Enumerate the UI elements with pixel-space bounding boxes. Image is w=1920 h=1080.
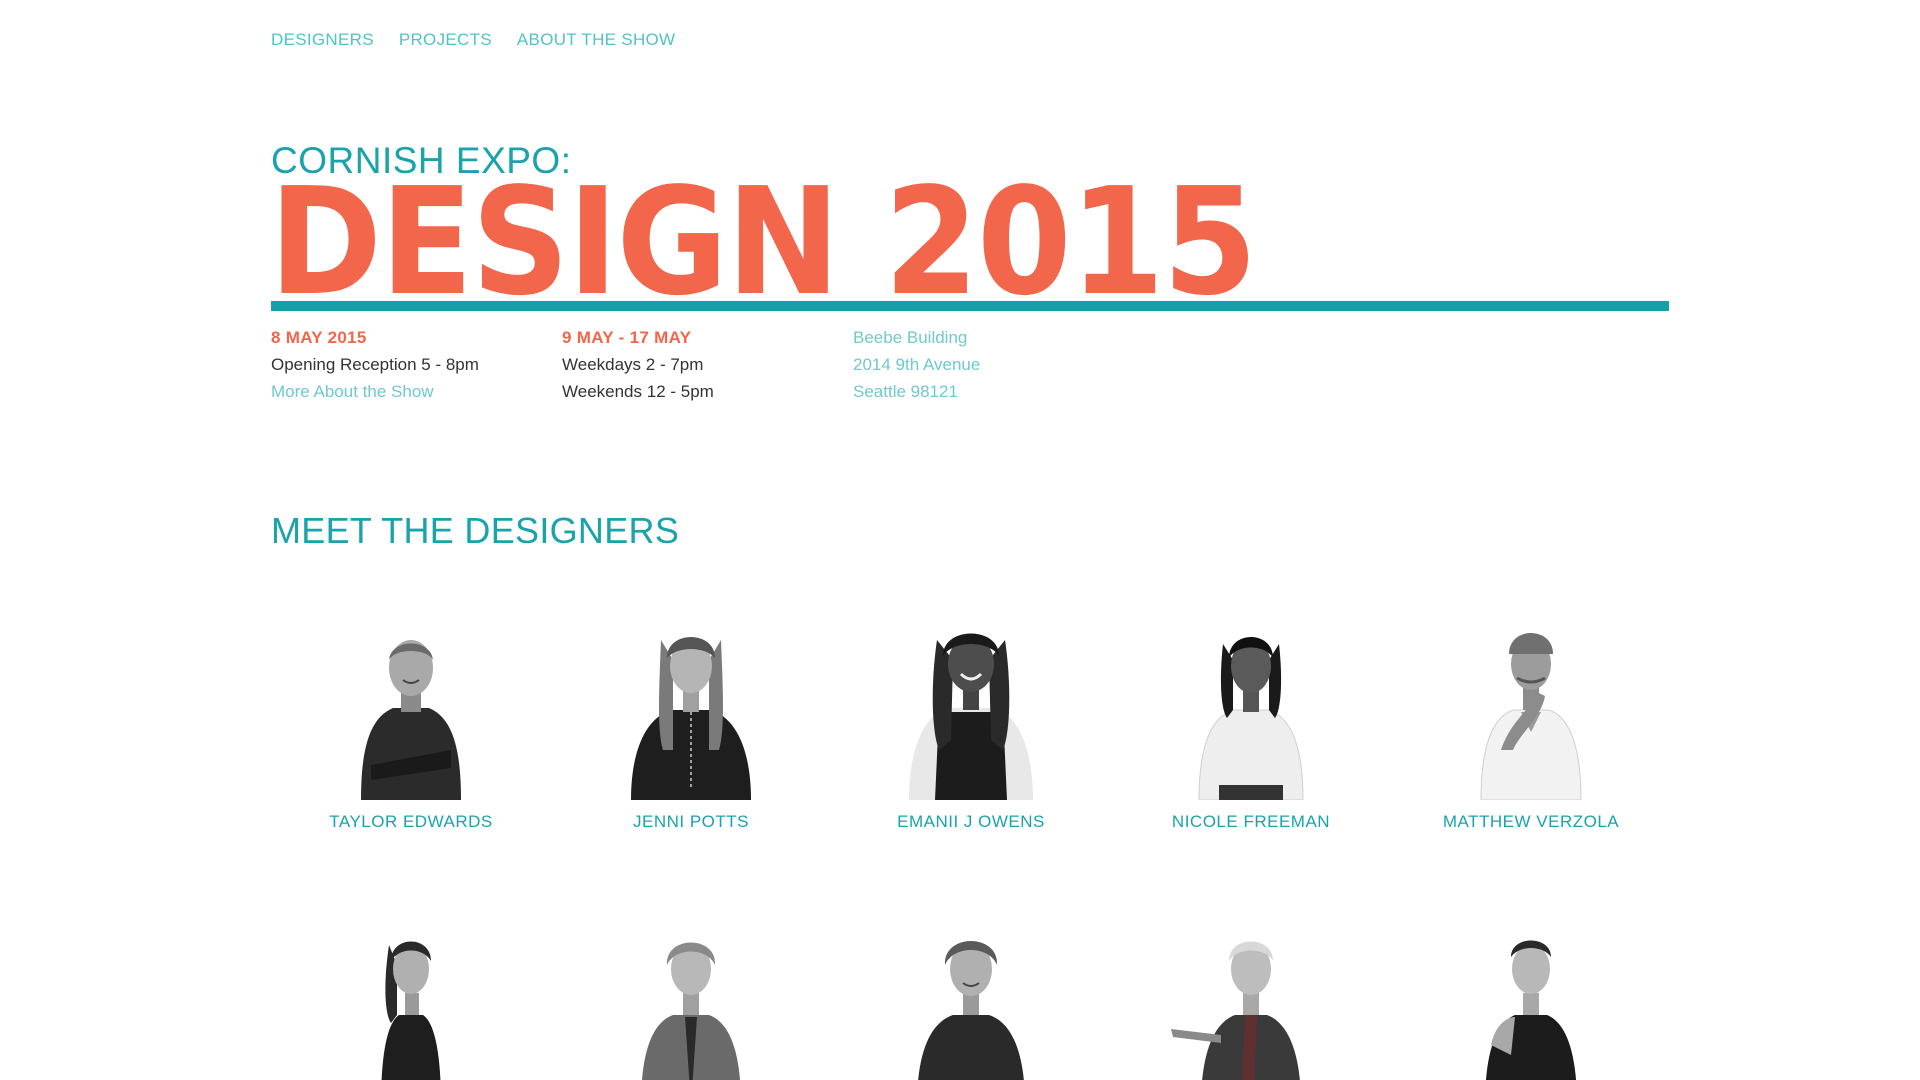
designer-card[interactable]: [1111, 905, 1391, 1080]
designer-name[interactable]: NICOLE FREEMAN: [1111, 812, 1391, 832]
page: DESIGNERS PROJECTS ABOUT THE SHOW CORNIS…: [0, 0, 1920, 1080]
designer-portrait: [1171, 941, 1300, 1080]
designer-portrait: [631, 637, 751, 800]
nav-projects[interactable]: PROJECTS: [399, 30, 492, 50]
hero-title: DESIGN 2015: [269, 156, 1257, 328]
designer-name[interactable]: TAYLOR EDWARDS: [271, 812, 551, 832]
designer-card-matthew-verzola[interactable]: MATTHEW VERZOLA: [1391, 600, 1671, 832]
venue-street-link[interactable]: 2014 9th Avenue: [853, 351, 1144, 378]
designers-grid-row-1: TAYLOR EDWARDS JENNI POTTS EMANII J OWEN…: [271, 600, 1671, 832]
run-info: 9 MAY - 17 MAY Weekdays 2 - 7pm Weekends…: [562, 324, 853, 405]
nav-designers[interactable]: DESIGNERS: [271, 30, 374, 50]
designer-name[interactable]: EMANII J OWENS: [831, 812, 1111, 832]
designer-portrait: [909, 633, 1033, 800]
designer-card-jenni-potts[interactable]: JENNI POTTS: [551, 600, 831, 832]
run-dates: 9 MAY - 17 MAY: [562, 328, 692, 347]
opening-reception-time: Opening Reception 5 - 8pm: [271, 355, 479, 374]
opening-info: 8 MAY 2015 Opening Reception 5 - 8pm Mor…: [271, 324, 562, 405]
designer-card[interactable]: [551, 905, 831, 1080]
designer-card-taylor-edwards[interactable]: TAYLOR EDWARDS: [271, 600, 551, 832]
designer-portrait: [381, 941, 441, 1080]
weekday-hours: Weekdays 2 - 7pm: [562, 355, 704, 374]
show-info: 8 MAY 2015 Opening Reception 5 - 8pm Mor…: [271, 324, 1144, 405]
designer-card[interactable]: [1391, 905, 1671, 1080]
designers-grid-row-2: [271, 905, 1671, 1080]
designer-portrait: [641, 942, 741, 1080]
designer-card-emanii-j-owens[interactable]: EMANII J OWENS: [831, 600, 1111, 832]
venue-info: Beebe Building 2014 9th Avenue Seattle 9…: [853, 324, 1144, 405]
designer-name[interactable]: JENNI POTTS: [551, 812, 831, 832]
designer-card[interactable]: [831, 905, 1111, 1080]
venue-building-link[interactable]: Beebe Building: [853, 324, 1144, 351]
designer-portrait: [918, 941, 1024, 1080]
designer-card[interactable]: [271, 905, 551, 1080]
venue-city-link[interactable]: Seattle 98121: [853, 378, 1144, 405]
designer-portrait: [1480, 633, 1582, 800]
hero-divider: [271, 301, 1669, 311]
top-nav: DESIGNERS PROJECTS ABOUT THE SHOW: [271, 30, 675, 50]
more-about-show-link[interactable]: More About the Show: [271, 378, 562, 405]
opening-date: 8 MAY 2015: [271, 328, 367, 347]
nav-about-the-show[interactable]: ABOUT THE SHOW: [517, 30, 675, 50]
designer-portrait: [1198, 637, 1304, 800]
designer-portrait: [1485, 940, 1577, 1080]
designer-name[interactable]: MATTHEW VERZOLA: [1391, 812, 1671, 832]
weekend-hours: Weekends 12 - 5pm: [562, 382, 714, 401]
designers-section-title: MEET THE DESIGNERS: [271, 510, 680, 551]
designer-card-nicole-freeman[interactable]: NICOLE FREEMAN: [1111, 600, 1391, 832]
designer-portrait: [361, 640, 461, 800]
